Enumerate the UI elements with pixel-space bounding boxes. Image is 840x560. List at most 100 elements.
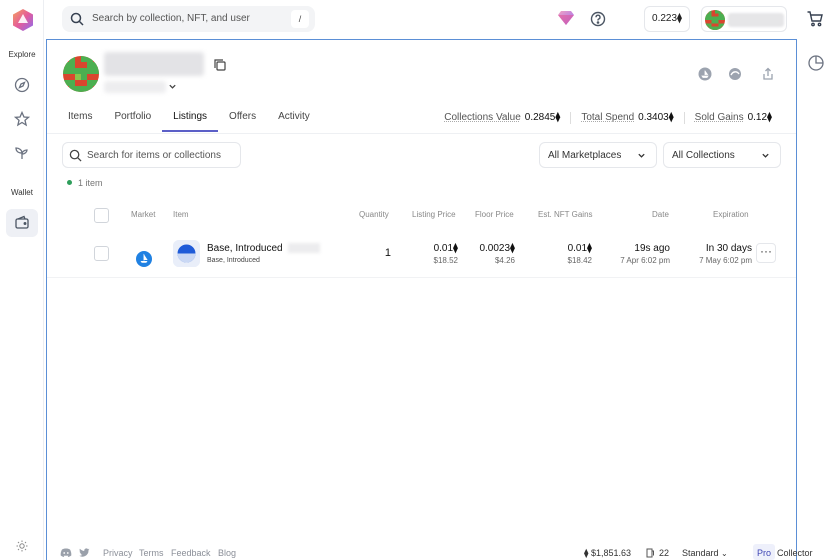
listing-price-cell: 0.01⧫ $18.52 [407,243,458,265]
expiration-full: 7 May 6:02 pm [699,256,752,265]
star-icon[interactable] [12,109,32,129]
profile-avatar [63,56,99,92]
chevron-down-icon[interactable] [168,82,177,91]
date-relative: 19s ago [634,243,670,254]
twitter-icon[interactable] [79,548,90,558]
tab-offers[interactable]: Offers [218,104,267,132]
col-market: Market [131,210,156,219]
app-logo[interactable] [11,8,35,32]
search-placeholder: Search by collection, NFT, and user [92,13,250,24]
listing-price-usd: $18.52 [433,256,458,265]
profile-name-redacted [104,52,204,76]
pro-mode-toggle[interactable]: Pro [753,544,775,560]
gas-price: 22 [659,548,670,558]
footer-link-blog[interactable]: Blog [218,548,236,558]
explore-label: Explore [8,50,36,59]
portfolio-stats: Collections Value 0.2845⧫ Total Spend 0.34… [444,112,772,124]
row-more-button[interactable]: ··· [756,243,776,263]
collections-value-label: Collections Value [444,112,521,123]
col-item: Item [173,210,189,219]
gem-icon[interactable] [557,10,575,26]
profile-address-redacted [104,81,166,93]
floor-price: 0.0023⧫ [479,243,515,254]
collection-select[interactable]: All Collections [663,142,781,168]
speed-mode-select[interactable]: Standard ⌄ [682,548,728,558]
pie-chart-icon[interactable] [807,54,825,72]
chevron-down-icon: ⌄ [721,549,728,558]
row-checkbox[interactable] [94,246,109,261]
opensea-icon [136,251,152,267]
avatar [705,10,725,30]
floor-price-cell: 0.0023⧫ $4.26 [465,243,515,265]
listing-price: 0.01⧫ [433,243,458,254]
item-collection: Base, Introduced [207,257,260,264]
sold-gains-value: 0.12⧫ [747,112,772,123]
gains-value: 0.01⧫ [567,243,592,254]
date-full: 7 Apr 6:02 pm [620,256,670,265]
opensea-icon[interactable] [698,67,714,83]
search-shortcut: / [291,10,309,28]
collections-value: 0.2845⧫ [524,112,561,123]
status-dot [67,180,72,185]
global-search-input[interactable]: Search by collection, NFT, and user / [62,6,315,32]
item-thumbnail[interactable] [173,240,200,267]
help-icon[interactable] [589,10,607,28]
col-expiration: Expiration [713,210,749,219]
col-floor-price: Floor Price [475,210,514,219]
tab-portfolio[interactable]: Portfolio [103,104,162,132]
share-icon[interactable] [761,67,777,83]
col-gains: Est. NFT Gains [538,210,593,219]
footer-link-privacy[interactable]: Privacy [103,548,133,558]
wallet-label: Wallet [11,188,33,197]
portfolio-panel: Items Portfolio Listings Offers Activity… [46,39,797,560]
select-all-checkbox[interactable] [94,208,109,223]
floor-price-usd: $4.26 [494,256,515,265]
tab-listings[interactable]: Listings [162,104,219,132]
result-count-text: 1 item [78,178,103,188]
more-icon: ··· [760,244,772,258]
divider [570,112,572,124]
marketplace-select-value: All Marketplaces [548,150,622,161]
items-search-placeholder: Search for items or collections [87,150,221,161]
discord-icon[interactable] [60,548,72,558]
gains-usd: $18.42 [567,256,592,265]
items-search-input[interactable]: Search for items or collections [62,142,241,168]
col-quantity: Quantity [359,210,389,219]
col-listing-price: Listing Price [412,210,456,219]
divider [47,277,796,278]
tab-activity[interactable]: Activity [267,104,321,132]
username-redacted [728,13,784,27]
sprout-icon[interactable] [12,143,32,163]
portfolio-tabs: Items Portfolio Listings Offers Activity [57,104,321,132]
footer-link-feedback[interactable]: Feedback [171,548,211,558]
cart-icon[interactable] [806,10,824,28]
sold-gains-label: Sold Gains [694,112,744,123]
quantity-value: 1 [384,247,391,259]
chevron-down-icon [637,151,646,160]
footer: Privacy Terms Feedback Blog ⧫ $1,851.63 … [46,544,840,560]
blur-icon[interactable] [728,67,744,83]
item-id-redacted [288,243,320,253]
copy-icon[interactable] [213,58,227,72]
divider [47,133,796,134]
left-rail: Explore Wallet [0,0,44,560]
item-name[interactable]: Base, Introduced [207,243,283,254]
item-quantity: 1 [369,247,391,259]
footer-link-terms[interactable]: Terms [139,548,164,558]
compass-icon[interactable] [12,75,32,95]
date-cell: 19s ago 7 Apr 6:02 pm [605,243,670,265]
sun-icon[interactable] [12,536,32,556]
eth-balance[interactable]: 0.223⧫ [644,6,690,32]
collection-select-value: All Collections [672,150,735,161]
expiration-cell: In 30 days 7 May 6:02 pm [677,243,752,265]
marketplace-select[interactable]: All Marketplaces [539,142,657,168]
divider [683,112,685,124]
tab-items[interactable]: Items [57,104,103,132]
wallet-icon[interactable] [6,209,38,237]
user-menu-button[interactable] [701,6,787,32]
result-count: 1 item [67,178,103,188]
expiration-relative: In 30 days [705,243,752,254]
search-icon [69,149,82,162]
collector-mode-toggle[interactable]: Collector [777,548,813,558]
eth-price: ⧫ $1,851.63 [584,548,631,558]
